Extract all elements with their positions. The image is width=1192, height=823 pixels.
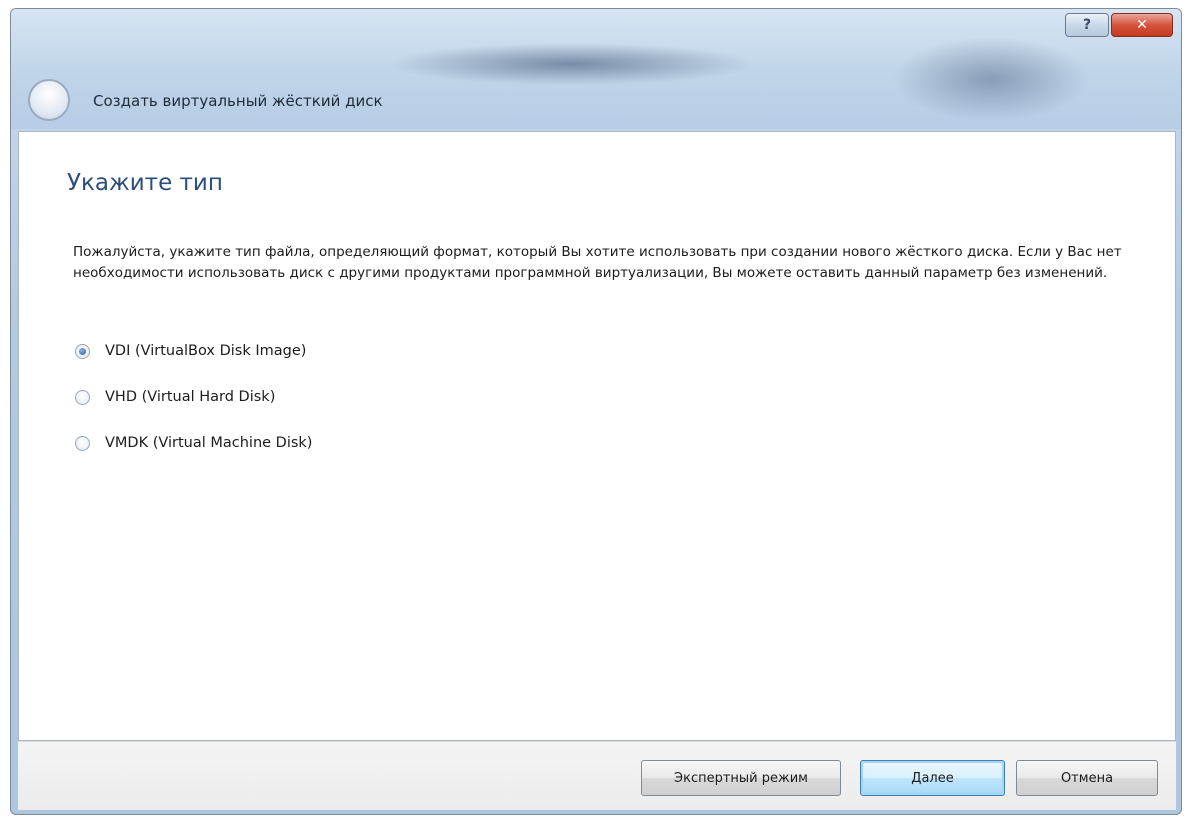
page-description: Пожалуйста, укажите тип файла, определяю…	[73, 244, 1122, 281]
window-title: Создать виртуальный жёсткий диск	[93, 92, 383, 110]
option-label-vdi: VDI (VirtualBox Disk Image)	[105, 343, 307, 359]
close-icon[interactable]: ✕	[1111, 13, 1173, 37]
wizard-page: Укажите тип Пожалуйста, укажите тип файл…	[18, 131, 1176, 741]
option-vhd[interactable]: VHD (Virtual Hard Disk)	[75, 384, 312, 410]
option-vmdk[interactable]: VMDK (Virtual Machine Disk)	[75, 430, 312, 456]
expert-mode-button[interactable]: Экспертный режим	[641, 760, 841, 796]
page-title: Укажите тип	[67, 170, 223, 196]
dialog-window: ? ✕ Создать виртуальный жёсткий диск Ука…	[10, 8, 1182, 815]
radio-vmdk[interactable]	[75, 435, 90, 451]
button-bar: Экспертный режим Далее Отмена	[18, 741, 1176, 810]
caption-buttons: ? ✕	[1065, 13, 1173, 37]
radio-vhd[interactable]	[75, 389, 90, 405]
option-label-vhd: VHD (Virtual Hard Disk)	[105, 389, 276, 405]
back-arrow-orb-icon[interactable]	[28, 79, 70, 121]
help-icon[interactable]: ?	[1065, 13, 1109, 37]
radio-vdi[interactable]	[75, 343, 90, 359]
option-vdi[interactable]: VDI (VirtualBox Disk Image)	[75, 338, 312, 364]
title-bar: ? ✕ Создать виртуальный жёсткий диск	[11, 9, 1181, 129]
option-label-vmdk: VMDK (Virtual Machine Disk)	[105, 435, 313, 451]
cancel-button[interactable]: Отмена	[1016, 760, 1158, 796]
next-button[interactable]: Далее	[860, 760, 1005, 796]
disk-type-options: VDI (VirtualBox Disk Image) VHD (Virtual…	[75, 338, 312, 476]
